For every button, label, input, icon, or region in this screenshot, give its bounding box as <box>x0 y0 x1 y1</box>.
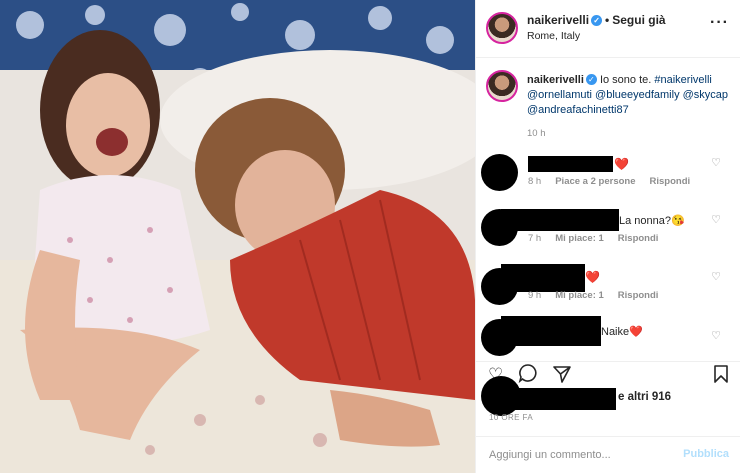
redacted-username <box>501 209 619 231</box>
post-timestamp[interactable]: 10 ORE FA <box>489 413 533 422</box>
redacted-avatar[interactable] <box>481 154 518 191</box>
comment-like-heart-icon[interactable]: ♡ <box>711 270 721 283</box>
comment-text: La nonna?😘 <box>619 215 685 227</box>
photo-illustration <box>0 0 475 473</box>
verified-badge-icon: ✓ <box>591 15 603 26</box>
comment-text: Naike❤️ <box>601 326 643 338</box>
caption-mention[interactable]: @andreafachinetti87 <box>527 104 629 116</box>
comment-text: ❤️ <box>585 270 600 284</box>
verified-badge-icon: ✓ <box>585 74 597 85</box>
caption-mention[interactable]: @skycap <box>683 89 728 101</box>
comment-text: ❤️ <box>614 157 629 171</box>
post-side-panel: naikerivelli ✓ • Segui già Rome, Italy ··· … <box>475 0 740 473</box>
post-header: naikerivelli ✓ • Segui già Rome, Italy ··· <box>476 0 740 58</box>
likes-count-link[interactable]: e altri 916 <box>618 391 671 403</box>
post-photo[interactable] <box>0 0 475 473</box>
author-avatar[interactable] <box>486 12 518 44</box>
caption-username[interactable]: naikerivelli <box>527 74 584 86</box>
comment-likes-link[interactable]: Mi piace: 1 <box>555 233 604 244</box>
separator-dot: • <box>605 13 610 27</box>
redacted-username <box>506 388 616 410</box>
comment-time: 8 h <box>528 176 542 187</box>
comment-item: ❤️ 9 h Mi piace: 1 Rispondi ♡ <box>476 262 740 312</box>
caption-time: 10 h <box>527 128 546 139</box>
more-horizontal-icon[interactable]: ··· <box>710 14 729 32</box>
redacted-username <box>501 316 601 346</box>
redacted-username <box>528 156 613 172</box>
comment-input[interactable] <box>489 447 679 463</box>
comment-like-heart-icon[interactable]: ♡ <box>711 156 721 169</box>
caption-text: Io sono te. <box>599 74 652 86</box>
reply-button[interactable]: Rispondi <box>650 176 691 187</box>
comment-like-heart-icon[interactable]: ♡ <box>711 213 721 226</box>
caption-mention[interactable]: @blueeyedfamily <box>595 89 680 101</box>
add-comment-bar: Pubblica <box>476 436 740 473</box>
following-button[interactable]: Segui già <box>612 13 665 27</box>
comment-likes-link[interactable]: Mi piace: 1 <box>555 290 604 301</box>
redacted-username <box>501 264 585 292</box>
comment-item: ❤️ 8 h Piace a 2 persone Rispondi ♡ <box>476 148 740 198</box>
publish-button[interactable]: Pubblica <box>683 448 729 460</box>
comment-time: 7 h <box>528 233 542 244</box>
reply-button[interactable]: Rispondi <box>618 233 659 244</box>
post-location[interactable]: Rome, Italy <box>527 30 580 42</box>
comment-item: Naike❤️ ♡ <box>476 313 740 363</box>
author-username[interactable]: naikerivelli <box>527 13 589 27</box>
comment-like-heart-icon[interactable]: ♡ <box>711 329 721 342</box>
reply-button[interactable]: Rispondi <box>618 290 659 301</box>
caption-hashtag[interactable]: #naikerivelli <box>654 74 711 86</box>
caption-author-avatar[interactable] <box>486 70 518 102</box>
post-caption: naikerivelli ✓ Io sono te. #naikerivelli … <box>527 73 733 118</box>
likes-row: e altri 916 <box>476 376 740 416</box>
comment-item: La nonna?😘 7 h Mi piace: 1 Rispondi ♡ <box>476 205 740 255</box>
comment-time: 9 h <box>528 290 542 301</box>
caption-mention[interactable]: @ornellamuti <box>527 89 592 101</box>
comment-likes-link[interactable]: Piace a 2 persone <box>555 176 635 187</box>
